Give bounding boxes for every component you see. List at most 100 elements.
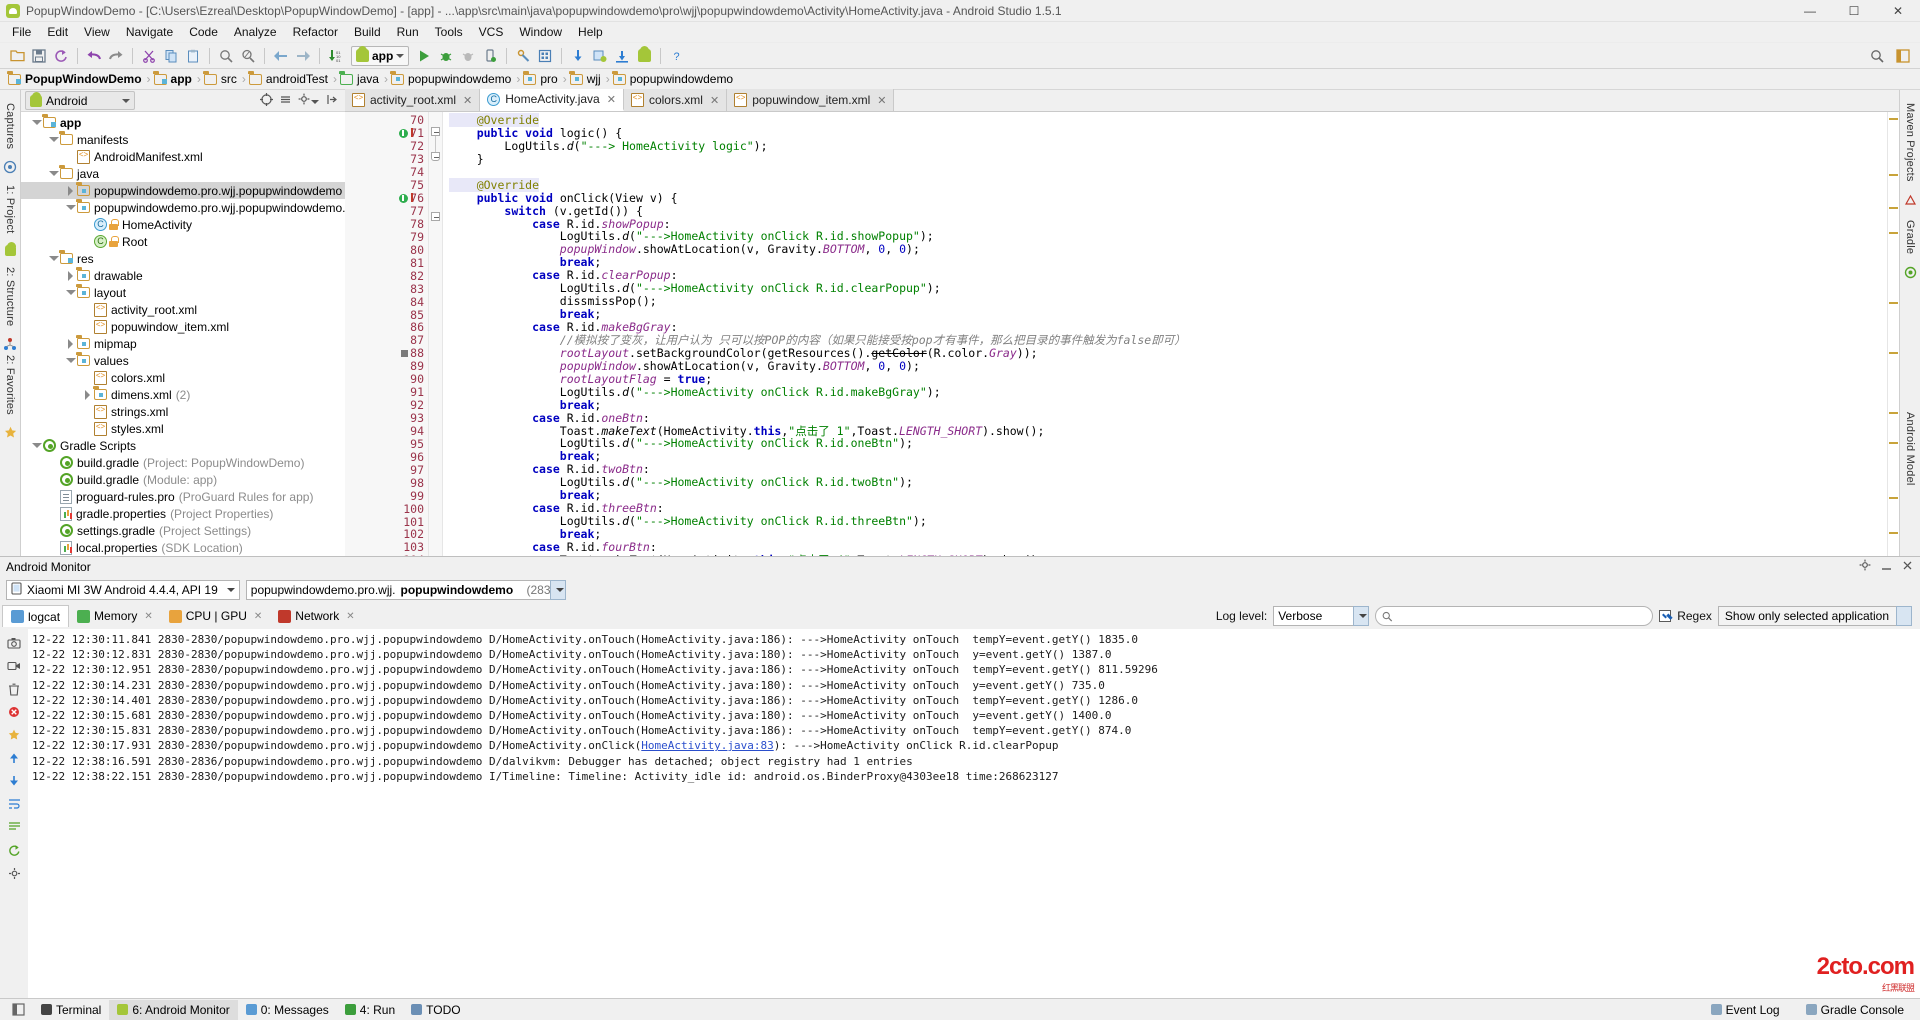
editor-warning-marker[interactable] [1889,497,1898,499]
toggle-tool-windows-icon[interactable] [4,1000,33,1020]
rail-item-structure[interactable]: 2: Structure [4,267,16,326]
chevron-down-icon[interactable] [48,134,59,145]
editor-tab-activity-root-xml[interactable]: activity_root.xml✕ [345,89,480,111]
breadcrumb-item-wjj[interactable]: wjj [568,70,605,89]
gutter-line-78[interactable]: 78 [345,218,428,231]
menu-item-build[interactable]: Build [346,23,389,41]
gutter-line-86[interactable]: 86 [345,321,428,334]
help-icon[interactable]: ? [666,45,688,67]
source-code-text[interactable]: @Override public void logic() { LogUtils… [443,112,1887,556]
gutter-line-98[interactable]: 98 [345,476,428,489]
tree-node-res[interactable]: res [21,250,345,267]
replace-icon[interactable] [237,45,259,67]
menu-item-run[interactable]: Run [389,23,427,41]
camera-icon[interactable] [6,635,22,651]
close-icon[interactable]: ✕ [144,611,152,622]
chevron-right-icon[interactable] [65,270,76,281]
chevron-right-icon[interactable] [82,389,93,400]
arrow-down-icon[interactable] [6,773,22,789]
gutter-line-75[interactable]: 75 [345,179,428,192]
error-icon[interactable] [6,704,22,720]
avd-manager-icon[interactable] [534,45,556,67]
chevron-right-icon[interactable] [65,338,76,349]
scroll-to-end-icon[interactable] [6,819,22,835]
gutter-line-72[interactable]: 72 [345,140,428,153]
editor-tab-popuwindow-item-xml[interactable]: popuwindow_item.xml✕ [727,89,894,111]
gutter-line-80[interactable]: 80 [345,243,428,256]
menu-item-view[interactable]: View [76,23,118,41]
maximize-button[interactable]: ☐ [1832,0,1876,22]
gutter-line-77[interactable]: 77 [345,205,428,218]
close-icon[interactable]: ✕ [254,611,262,622]
project-view-selector[interactable]: Android [25,91,135,110]
gutter-line-74[interactable]: 74 [345,166,428,179]
chevron-down-icon[interactable] [31,440,42,451]
gutter-line-90[interactable]: 90 [345,373,428,386]
tree-node-gradle-properties[interactable]: gradle.properties(Project Properties) [21,505,345,522]
open-folder-icon[interactable] [6,45,28,67]
logcat-search-field[interactable] [1397,609,1647,623]
chevron-down-icon[interactable] [65,287,76,298]
tree-node-java[interactable]: java [21,165,345,182]
log-level-dropdown-button[interactable] [1353,606,1369,626]
regex-checkbox[interactable] [1659,610,1671,622]
tree-node-strings-xml[interactable]: strings.xml [21,403,345,420]
gutter-line-83[interactable]: 83 [345,282,428,295]
tree-node-layout[interactable]: layout [21,284,345,301]
gutter-line-89[interactable]: 89 [345,360,428,373]
fold-toggle-icon[interactable] [431,127,440,136]
editor-warning-marker[interactable] [1889,118,1898,120]
layout-icon[interactable] [1892,45,1914,67]
close-icon[interactable]: ✕ [877,94,886,107]
fold-toggle-icon[interactable] [431,212,440,221]
tree-node-settings-gradle[interactable]: settings.gradle(Project Settings) [21,522,345,539]
gutter-line-93[interactable]: 93 [345,412,428,425]
video-icon[interactable] [6,658,22,674]
chevron-down-icon[interactable] [65,202,76,213]
minimize-panel-icon[interactable] [1880,559,1893,575]
tree-node-popupwindowdemo-pro-wjj-popupwindowdemo[interactable]: popupwindowdemo.pro.wjj.popupwindowdemo(… [21,182,345,199]
attach-debugger-icon[interactable] [479,45,501,67]
chevron-down-icon[interactable] [48,253,59,264]
android-device-monitor-icon[interactable] [589,45,611,67]
paste-icon[interactable] [182,45,204,67]
breadcrumb-item-src[interactable]: src [202,70,241,89]
back-icon[interactable] [270,45,292,67]
find-icon[interactable] [215,45,237,67]
breadcrumb-item-pro[interactable]: pro [521,70,561,89]
gutter-line-87[interactable]: 87 [345,334,428,347]
sdk-manager-icon[interactable] [512,45,534,67]
gutter-line-79[interactable]: 79 [345,230,428,243]
status-item-event-log[interactable]: Event Log [1703,1000,1788,1020]
tree-node-values[interactable]: values [21,352,345,369]
gutter-line-84[interactable]: 84 [345,295,428,308]
gear-icon[interactable] [298,93,319,109]
restart-icon[interactable] [6,842,22,858]
gutter-line-88[interactable]: 88 [345,347,428,360]
menu-item-tools[interactable]: Tools [427,23,471,41]
gear-icon[interactable] [1859,559,1872,575]
monitor-tab-logcat[interactable]: logcat [2,605,69,627]
tree-node-colors-xml[interactable]: colors.xml [21,369,345,386]
tree-node-drawable[interactable]: drawable [21,267,345,284]
rail-item-gradle[interactable]: Gradle [1904,220,1916,254]
sync-gradle-icon[interactable] [567,45,589,67]
arrow-up-icon[interactable] [6,750,22,766]
editor-warning-marker[interactable] [1889,207,1898,209]
tree-node-app[interactable]: app [21,114,345,131]
chevron-right-icon[interactable] [65,185,76,196]
editor-warning-marker[interactable] [1889,352,1898,354]
gutter-line-92[interactable]: 92 [345,399,428,412]
gutter-line-81[interactable]: 81 [345,256,428,269]
undo-icon[interactable] [83,45,105,67]
fold-end-icon[interactable] [431,152,440,161]
save-all-icon[interactable] [28,45,50,67]
override-marker-icon[interactable] [399,194,408,203]
breadcrumb-item-androidtest[interactable]: androidTest [247,70,332,89]
tree-node-popuwindow-item-xml[interactable]: popuwindow_item.xml [21,318,345,335]
cut-icon[interactable] [138,45,160,67]
gutter-line-71[interactable]: 71 [345,127,428,140]
gutter-line-100[interactable]: 100 [345,502,428,515]
rail-item-project[interactable]: 1: Project [4,185,16,233]
gutter-line-102[interactable]: 102 [345,528,428,541]
